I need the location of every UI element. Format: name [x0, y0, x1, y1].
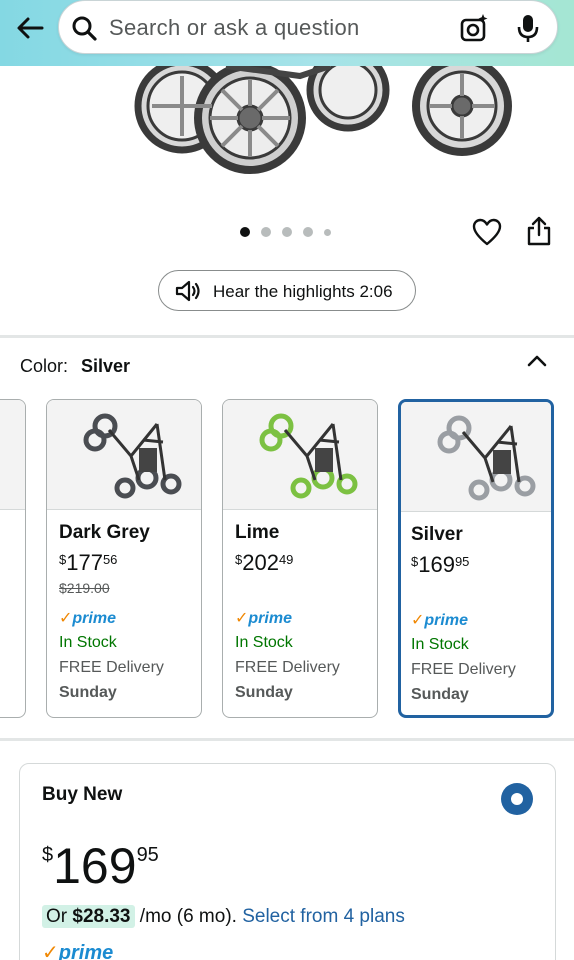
highlights-label: Hear the highlights 2:06: [213, 282, 393, 301]
color-swatch-silver[interactable]: Silver $16995 ✓prime In Stock FREE Deliv…: [398, 399, 554, 718]
carousel-dot[interactable]: [303, 227, 313, 237]
swatch-name: Lime: [235, 522, 280, 543]
stock-status: In Stock: [411, 636, 469, 653]
buy-new-radio[interactable]: [501, 783, 533, 815]
installment-suffix: /mo (6 mo).: [139, 906, 237, 927]
delivery-text: FREE Delivery: [59, 659, 164, 676]
swatch-thumbnail: [223, 400, 377, 510]
swatch-list-price: [411, 582, 539, 606]
carousel-dot[interactable]: [282, 227, 292, 237]
swatch-price: $16995: [411, 552, 470, 577]
prime-badge: ✓prime: [235, 610, 292, 627]
app-header: Search or ask a question: [0, 0, 574, 66]
swatch-thumbnail: [0, 400, 25, 510]
carousel-dot[interactable]: [324, 228, 331, 236]
speaker-icon: [175, 280, 200, 302]
delivery-day: Sunday: [411, 686, 469, 703]
prime-badge: ✓prime: [411, 612, 468, 629]
stock-status: In Stock: [59, 634, 117, 651]
swatch-name: Dark Grey: [59, 522, 150, 543]
swatch-thumbnail: [401, 402, 551, 512]
buy-new-price: $16995: [42, 838, 159, 894]
section-divider: [0, 738, 574, 741]
swatch-list-price: $219.00: [59, 580, 110, 596]
product-image[interactable]: [0, 66, 574, 186]
color-swatch-lime[interactable]: Lime $20249 ✓prime In Stock FREE Deliver…: [222, 399, 378, 718]
search-input[interactable]: Search or ask a question: [58, 0, 558, 54]
back-arrow-icon[interactable]: [14, 12, 46, 44]
golf-cart-wheels-image: [134, 66, 512, 174]
color-swatch-dark-grey[interactable]: Dark Grey $17756 $219.00 ✓prime In Stock…: [46, 399, 202, 718]
cart-drawing: [437, 415, 536, 501]
prime-check-icon: ✓: [42, 942, 59, 960]
camera-lens-icon[interactable]: [459, 13, 489, 43]
search-icon: [72, 16, 97, 41]
cart-drawing: [83, 413, 182, 499]
swatch-thumbnail: [47, 400, 201, 510]
swatch-price: $20249: [235, 550, 294, 575]
delivery-day: Sunday: [59, 684, 117, 701]
color-swatch-card-partial[interactable]: [0, 399, 26, 718]
prime-badge: ✓prime: [42, 940, 113, 960]
share-icon[interactable]: [526, 216, 552, 246]
color-label: Color:: [20, 356, 69, 376]
heart-icon[interactable]: [472, 218, 502, 246]
delivery-day: Sunday: [235, 684, 293, 701]
prime-badge: ✓prime: [59, 610, 116, 627]
carousel-dot[interactable]: [261, 227, 271, 237]
installment-plan-row: Or $28.33 /mo (6 mo). Select from 4 plan…: [42, 905, 405, 928]
delivery-text: FREE Delivery: [235, 659, 340, 676]
chevron-up-icon[interactable]: [526, 352, 548, 368]
cart-drawing: [259, 413, 358, 499]
swatch-name: Silver: [411, 524, 463, 545]
image-carousel-dots[interactable]: [240, 227, 331, 237]
swatch-price: $17756: [59, 550, 118, 575]
swatch-list-price: [235, 580, 365, 604]
select-plans-link[interactable]: Select from 4 plans: [242, 906, 405, 927]
prime-check-icon: ✓: [59, 610, 73, 627]
search-placeholder: Search or ask a question: [109, 15, 360, 40]
delivery-text: FREE Delivery: [411, 661, 516, 678]
color-value: Silver: [81, 356, 131, 376]
cart-thumbnail-image: [259, 413, 358, 499]
buy-new-box[interactable]: Buy New $16995 Or $28.33 /mo (6 mo). Sel…: [19, 763, 556, 960]
section-divider: [0, 335, 574, 338]
installment-badge: Or $28.33: [42, 905, 135, 928]
buy-new-title: Buy New: [42, 784, 123, 805]
cart-thumbnail-image: [83, 413, 182, 499]
carousel-dot[interactable]: [240, 227, 250, 237]
prime-check-icon: ✓: [235, 610, 249, 627]
stock-status: In Stock: [235, 634, 293, 651]
cart-thumbnail-image: [437, 415, 536, 501]
microphone-icon[interactable]: [515, 13, 541, 43]
hear-highlights-button[interactable]: Hear the highlights 2:06: [158, 270, 416, 311]
prime-check-icon: ✓: [411, 612, 425, 629]
color-selector-header[interactable]: Color: Silver: [20, 356, 130, 377]
